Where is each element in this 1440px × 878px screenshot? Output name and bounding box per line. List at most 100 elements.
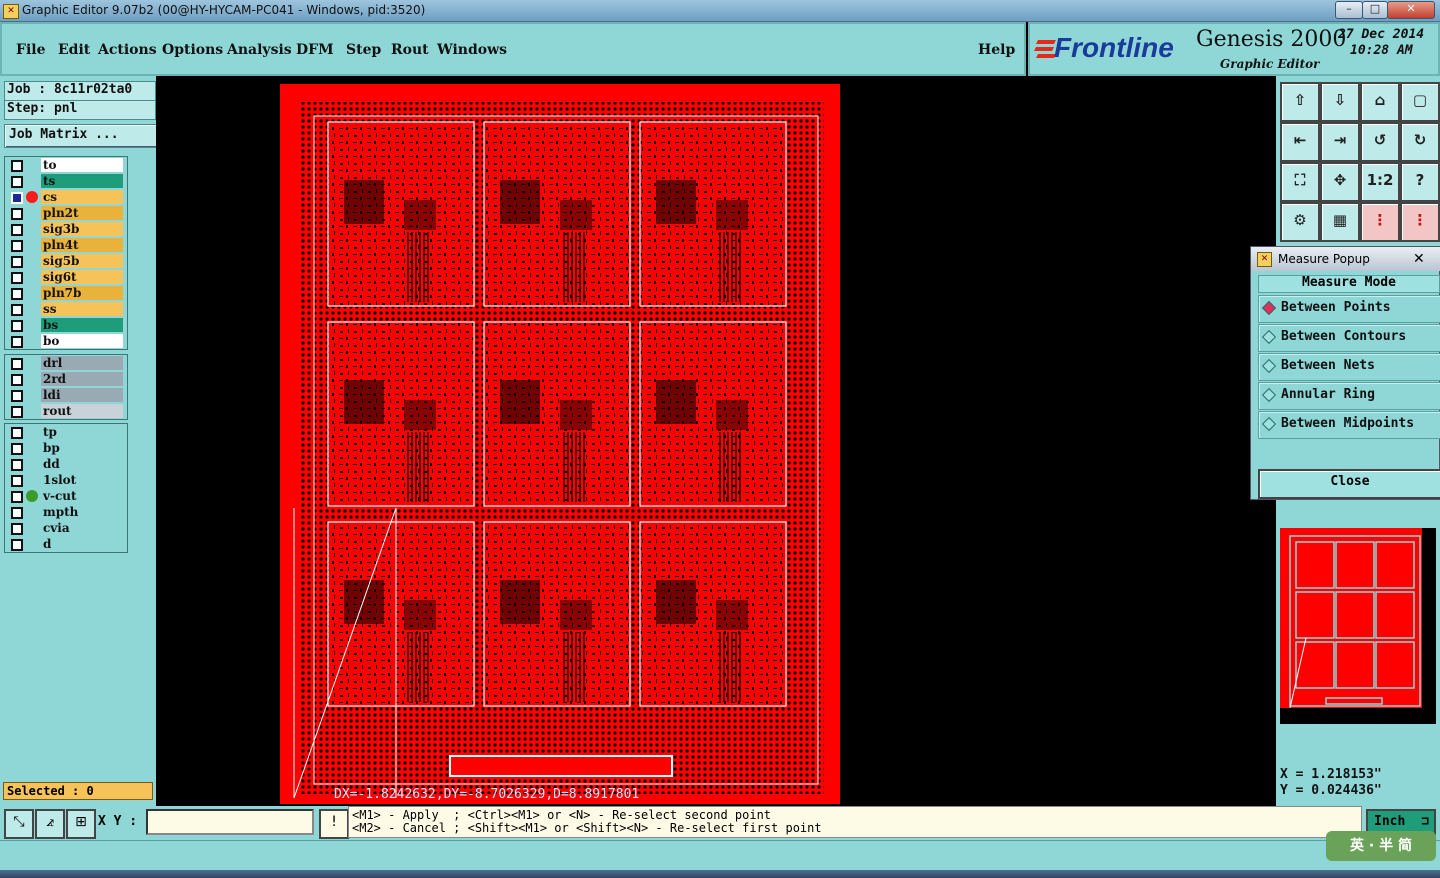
layer-name[interactable]: ldi bbox=[41, 388, 123, 402]
layer-row-sig3b[interactable]: sig3b bbox=[5, 221, 127, 237]
layer-name[interactable]: to bbox=[41, 158, 123, 172]
layer-name[interactable]: tp bbox=[41, 425, 123, 439]
job-matrix-button[interactable]: Job Matrix ... bbox=[4, 124, 158, 148]
layer-checkbox[interactable] bbox=[11, 427, 23, 439]
menu-windows[interactable]: Windows bbox=[437, 42, 507, 58]
layer-name[interactable]: d bbox=[41, 537, 123, 551]
center-icon[interactable]: ✥ bbox=[1320, 162, 1360, 202]
graphic-canvas[interactable]: DX=-1.8242632,DY=-8.7026329,D=8.8917801 bbox=[156, 76, 1276, 806]
layer-name[interactable]: drl bbox=[41, 356, 123, 370]
layer-checkbox[interactable] bbox=[11, 475, 23, 487]
layer-name[interactable]: cvia bbox=[41, 521, 123, 535]
layer-name[interactable]: pln7b bbox=[41, 286, 123, 300]
window-icon[interactable]: ▢ bbox=[1400, 82, 1440, 122]
home-icon[interactable]: ⌂ bbox=[1360, 82, 1400, 122]
ratio-icon[interactable]: 1:2 bbox=[1360, 162, 1400, 202]
layer-row-2rd[interactable]: 2rd bbox=[5, 371, 127, 387]
layer-checkbox[interactable] bbox=[11, 459, 23, 471]
measure-angle-icon[interactable]: ⦨ bbox=[35, 809, 65, 839]
overview-map[interactable] bbox=[1278, 528, 1438, 724]
fit-icon[interactable]: ⛶ bbox=[1280, 162, 1320, 202]
layer-checkbox[interactable] bbox=[11, 443, 23, 455]
layer-checkbox[interactable] bbox=[11, 160, 23, 172]
measure-option-between-points[interactable]: Between Points bbox=[1258, 295, 1440, 323]
components-icon[interactable]: ⋮ bbox=[1360, 202, 1400, 242]
layer-row-mpth[interactable]: mpth bbox=[5, 504, 127, 520]
snap-mode-icon[interactable]: ⤡ bbox=[4, 809, 34, 839]
layer-name[interactable]: sig5b bbox=[41, 254, 123, 268]
layer-checkbox[interactable] bbox=[11, 192, 23, 204]
layer-row-ts[interactable]: ts bbox=[5, 173, 127, 189]
layer-checkbox[interactable] bbox=[11, 539, 23, 551]
layer-row-sig6t[interactable]: sig6t bbox=[5, 269, 127, 285]
xy-input[interactable] bbox=[146, 809, 314, 835]
layer-checkbox[interactable] bbox=[11, 491, 23, 503]
menu-file[interactable]: File bbox=[16, 42, 45, 58]
layer-up-icon[interactable]: ⇧ bbox=[1280, 82, 1320, 122]
layer-name[interactable]: 2rd bbox=[41, 372, 123, 386]
layer-checkbox[interactable] bbox=[11, 256, 23, 268]
layer-row-v-cut[interactable]: v-cut bbox=[5, 488, 127, 504]
components-red-icon[interactable]: ⋮ bbox=[1400, 202, 1440, 242]
help-icon[interactable]: ? bbox=[1400, 162, 1440, 202]
menu-options[interactable]: Options bbox=[162, 42, 223, 58]
layer-checkbox[interactable] bbox=[11, 224, 23, 236]
layer-name[interactable]: sig6t bbox=[41, 270, 123, 284]
maximize-button[interactable]: □ bbox=[1362, 1, 1388, 19]
layer-down-icon[interactable]: ⇩ bbox=[1320, 82, 1360, 122]
layer-row-ss[interactable]: ss bbox=[5, 301, 127, 317]
close-window-button[interactable]: ✕ bbox=[1387, 1, 1435, 19]
tools-icon[interactable]: ⚙ bbox=[1280, 202, 1320, 242]
layer-row-rout[interactable]: rout bbox=[5, 403, 127, 419]
layer-name[interactable]: cs bbox=[41, 190, 123, 204]
layer-row-bs[interactable]: bs bbox=[5, 317, 127, 333]
layer-checkbox[interactable] bbox=[11, 390, 23, 402]
measure-option-annular-ring[interactable]: Annular Ring bbox=[1258, 382, 1440, 410]
menu-step[interactable]: Step bbox=[346, 42, 381, 58]
layer-row-bo[interactable]: bo bbox=[5, 333, 127, 349]
layer-checkbox[interactable] bbox=[11, 272, 23, 284]
layer-row-tp[interactable]: tp bbox=[5, 424, 127, 440]
warning-icon[interactable]: ! bbox=[319, 809, 349, 839]
layer-checkbox[interactable] bbox=[11, 176, 23, 188]
grid-icon[interactable]: ▦ bbox=[1320, 202, 1360, 242]
menu-help[interactable]: Help bbox=[978, 42, 1015, 58]
layer-checkbox[interactable] bbox=[11, 523, 23, 535]
zoom-right-icon[interactable]: ⇥ bbox=[1320, 122, 1360, 162]
zoom-left-icon[interactable]: ⇤ bbox=[1280, 122, 1320, 162]
layer-row-cs[interactable]: cs bbox=[5, 189, 127, 205]
measure-option-between-contours[interactable]: Between Contours bbox=[1258, 324, 1440, 352]
layer-name[interactable]: bp bbox=[41, 441, 123, 455]
ime-indicator[interactable]: 英 · 半 简 bbox=[1326, 831, 1436, 861]
layer-row-cvia[interactable]: cvia bbox=[5, 520, 127, 536]
layer-name[interactable]: ts bbox=[41, 174, 123, 188]
popup-close-icon[interactable]: ✕ bbox=[1413, 247, 1425, 271]
layer-checkbox[interactable] bbox=[11, 240, 23, 252]
menu-dfm[interactable]: DFM bbox=[296, 42, 334, 58]
layer-name[interactable]: bs bbox=[41, 318, 123, 332]
layer-checkbox[interactable] bbox=[11, 304, 23, 316]
measure-option-between-midpoints[interactable]: Between Midpoints bbox=[1258, 411, 1440, 439]
measure-close-button[interactable]: Close bbox=[1258, 469, 1440, 499]
mirror-icon[interactable]: ↻ bbox=[1400, 122, 1440, 162]
layer-row-pln2t[interactable]: pln2t bbox=[5, 205, 127, 221]
layer-row-pln7b[interactable]: pln7b bbox=[5, 285, 127, 301]
layer-row-pln4t[interactable]: pln4t bbox=[5, 237, 127, 253]
menu-actions[interactable]: Actions bbox=[98, 42, 157, 58]
grid-snap-icon[interactable]: ⊞ bbox=[66, 809, 96, 839]
layer-checkbox[interactable] bbox=[11, 374, 23, 386]
layer-row-drl[interactable]: drl bbox=[5, 355, 127, 371]
layer-row-dd[interactable]: dd bbox=[5, 456, 127, 472]
layer-name[interactable]: ss bbox=[41, 302, 123, 316]
layer-row-1slot[interactable]: 1slot bbox=[5, 472, 127, 488]
menu-edit[interactable]: Edit bbox=[58, 42, 90, 58]
layer-row-sig5b[interactable]: sig5b bbox=[5, 253, 127, 269]
layer-row-to[interactable]: to bbox=[5, 157, 127, 173]
layer-checkbox[interactable] bbox=[11, 336, 23, 348]
layer-display-dot[interactable] bbox=[26, 490, 38, 502]
menu-rout[interactable]: Rout bbox=[391, 42, 429, 58]
layer-name[interactable]: dd bbox=[41, 457, 123, 471]
menu-analysis[interactable]: Analysis bbox=[227, 42, 292, 58]
layer-checkbox[interactable] bbox=[11, 208, 23, 220]
layer-name[interactable]: pln2t bbox=[41, 206, 123, 220]
